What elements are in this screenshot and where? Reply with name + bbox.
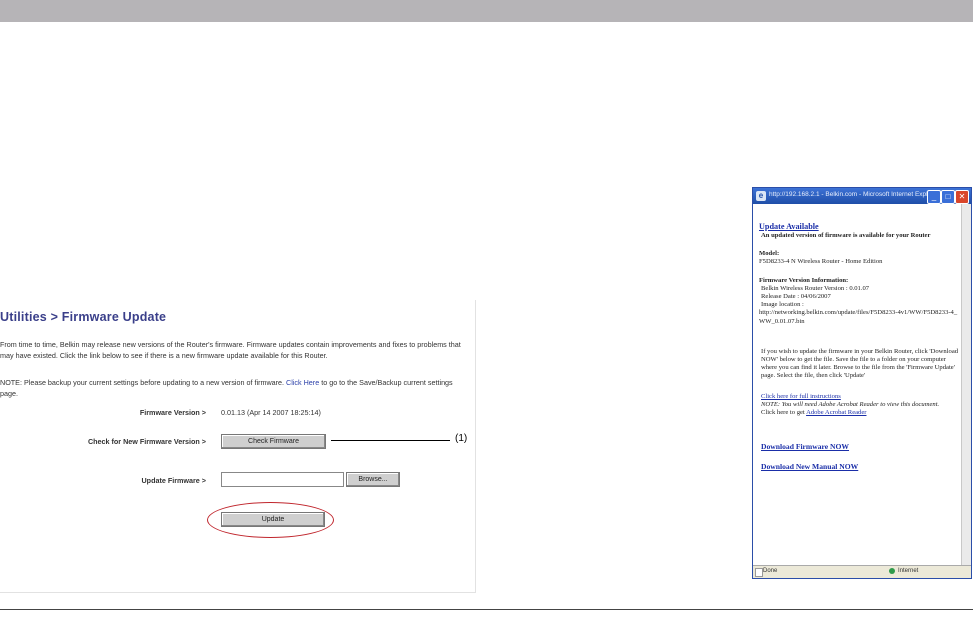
- model-value: F5D8233-4 N Wireless Router - Home Editi…: [759, 258, 883, 266]
- status-done: Done: [763, 568, 778, 574]
- firmware-file-input[interactable]: [221, 472, 344, 487]
- update-button-highlight: [207, 502, 334, 538]
- popup-title: http://192.168.2.1 - Belkin.com - Micros…: [769, 191, 940, 198]
- acrobat-prefix: Click here to get: [761, 409, 805, 417]
- status-zone: Internet: [898, 568, 919, 574]
- maximize-icon[interactable]: □: [941, 190, 955, 204]
- release-date: Release Date : 04/06/2007: [761, 293, 831, 301]
- browse-button[interactable]: Browse...: [346, 472, 400, 487]
- image-location-label: Image location :: [761, 301, 804, 309]
- backup-note-prefix: NOTE: Please backup your current setting…: [0, 378, 285, 387]
- top-header-band: [0, 0, 973, 22]
- firmware-version-value: 0.01.13 (Apr 14 2007 18:25:14): [221, 408, 321, 417]
- close-icon[interactable]: ✕: [955, 190, 969, 204]
- update-instructions: If you wish to update the firmware in yo…: [761, 347, 959, 380]
- page-description: From time to time, Belkin may release ne…: [0, 340, 461, 360]
- check-firmware-button[interactable]: Check Firmware: [221, 434, 326, 449]
- image-location-url: http://networking.belkin.com/update/file…: [759, 309, 958, 325]
- internet-zone-icon: [889, 568, 895, 574]
- check-firmware-label: Check for New Firmware Version >: [87, 437, 206, 446]
- page-icon: [755, 568, 763, 577]
- acrobat-link[interactable]: Adobe Acrobat Reader: [806, 409, 866, 416]
- model-label: Model:: [759, 250, 780, 258]
- acrobat-note: NOTE: You will need Adobe Acrobat Reader…: [761, 400, 940, 408]
- callout-line: [331, 440, 450, 441]
- popup-content: Update Available An updated version of f…: [759, 222, 959, 472]
- popup-titlebar: e http://192.168.2.1 - Belkin.com - Micr…: [753, 188, 971, 204]
- full-instructions-link[interactable]: Click here for full instructions: [759, 393, 959, 401]
- page-title: Utilities > Firmware Update: [0, 310, 167, 324]
- callout-label: (1): [455, 433, 468, 444]
- backup-note: NOTE: Please backup your current setting…: [0, 377, 472, 399]
- popup-statusbar: Done Internet: [753, 565, 971, 578]
- version-info-label: Firmware Version Information:: [759, 276, 849, 284]
- firmware-popup-window: e http://192.168.2.1 - Belkin.com - Micr…: [752, 187, 972, 579]
- update-firmware-label: Update Firmware >: [141, 476, 206, 485]
- backup-settings-link[interactable]: Click Here: [286, 378, 319, 387]
- download-firmware-link[interactable]: Download Firmware NOW: [759, 443, 959, 451]
- download-manual-link[interactable]: Download New Manual NOW: [759, 463, 959, 471]
- minimize-icon[interactable]: _: [927, 190, 941, 204]
- bottom-divider: [0, 609, 973, 610]
- update-available-heading: Update Available: [759, 222, 819, 231]
- firmware-version-label: Firmware Version >: [139, 408, 206, 417]
- router-version: Belkin Wireless Router Version : 0.01.07: [761, 284, 870, 292]
- update-intro: An updated version of firmware is availa…: [761, 232, 931, 239]
- firmware-update-panel: Utilities > Firmware Update From time to…: [0, 300, 476, 593]
- popup-scrollbar[interactable]: [961, 204, 971, 566]
- browser-icon: e: [756, 191, 766, 201]
